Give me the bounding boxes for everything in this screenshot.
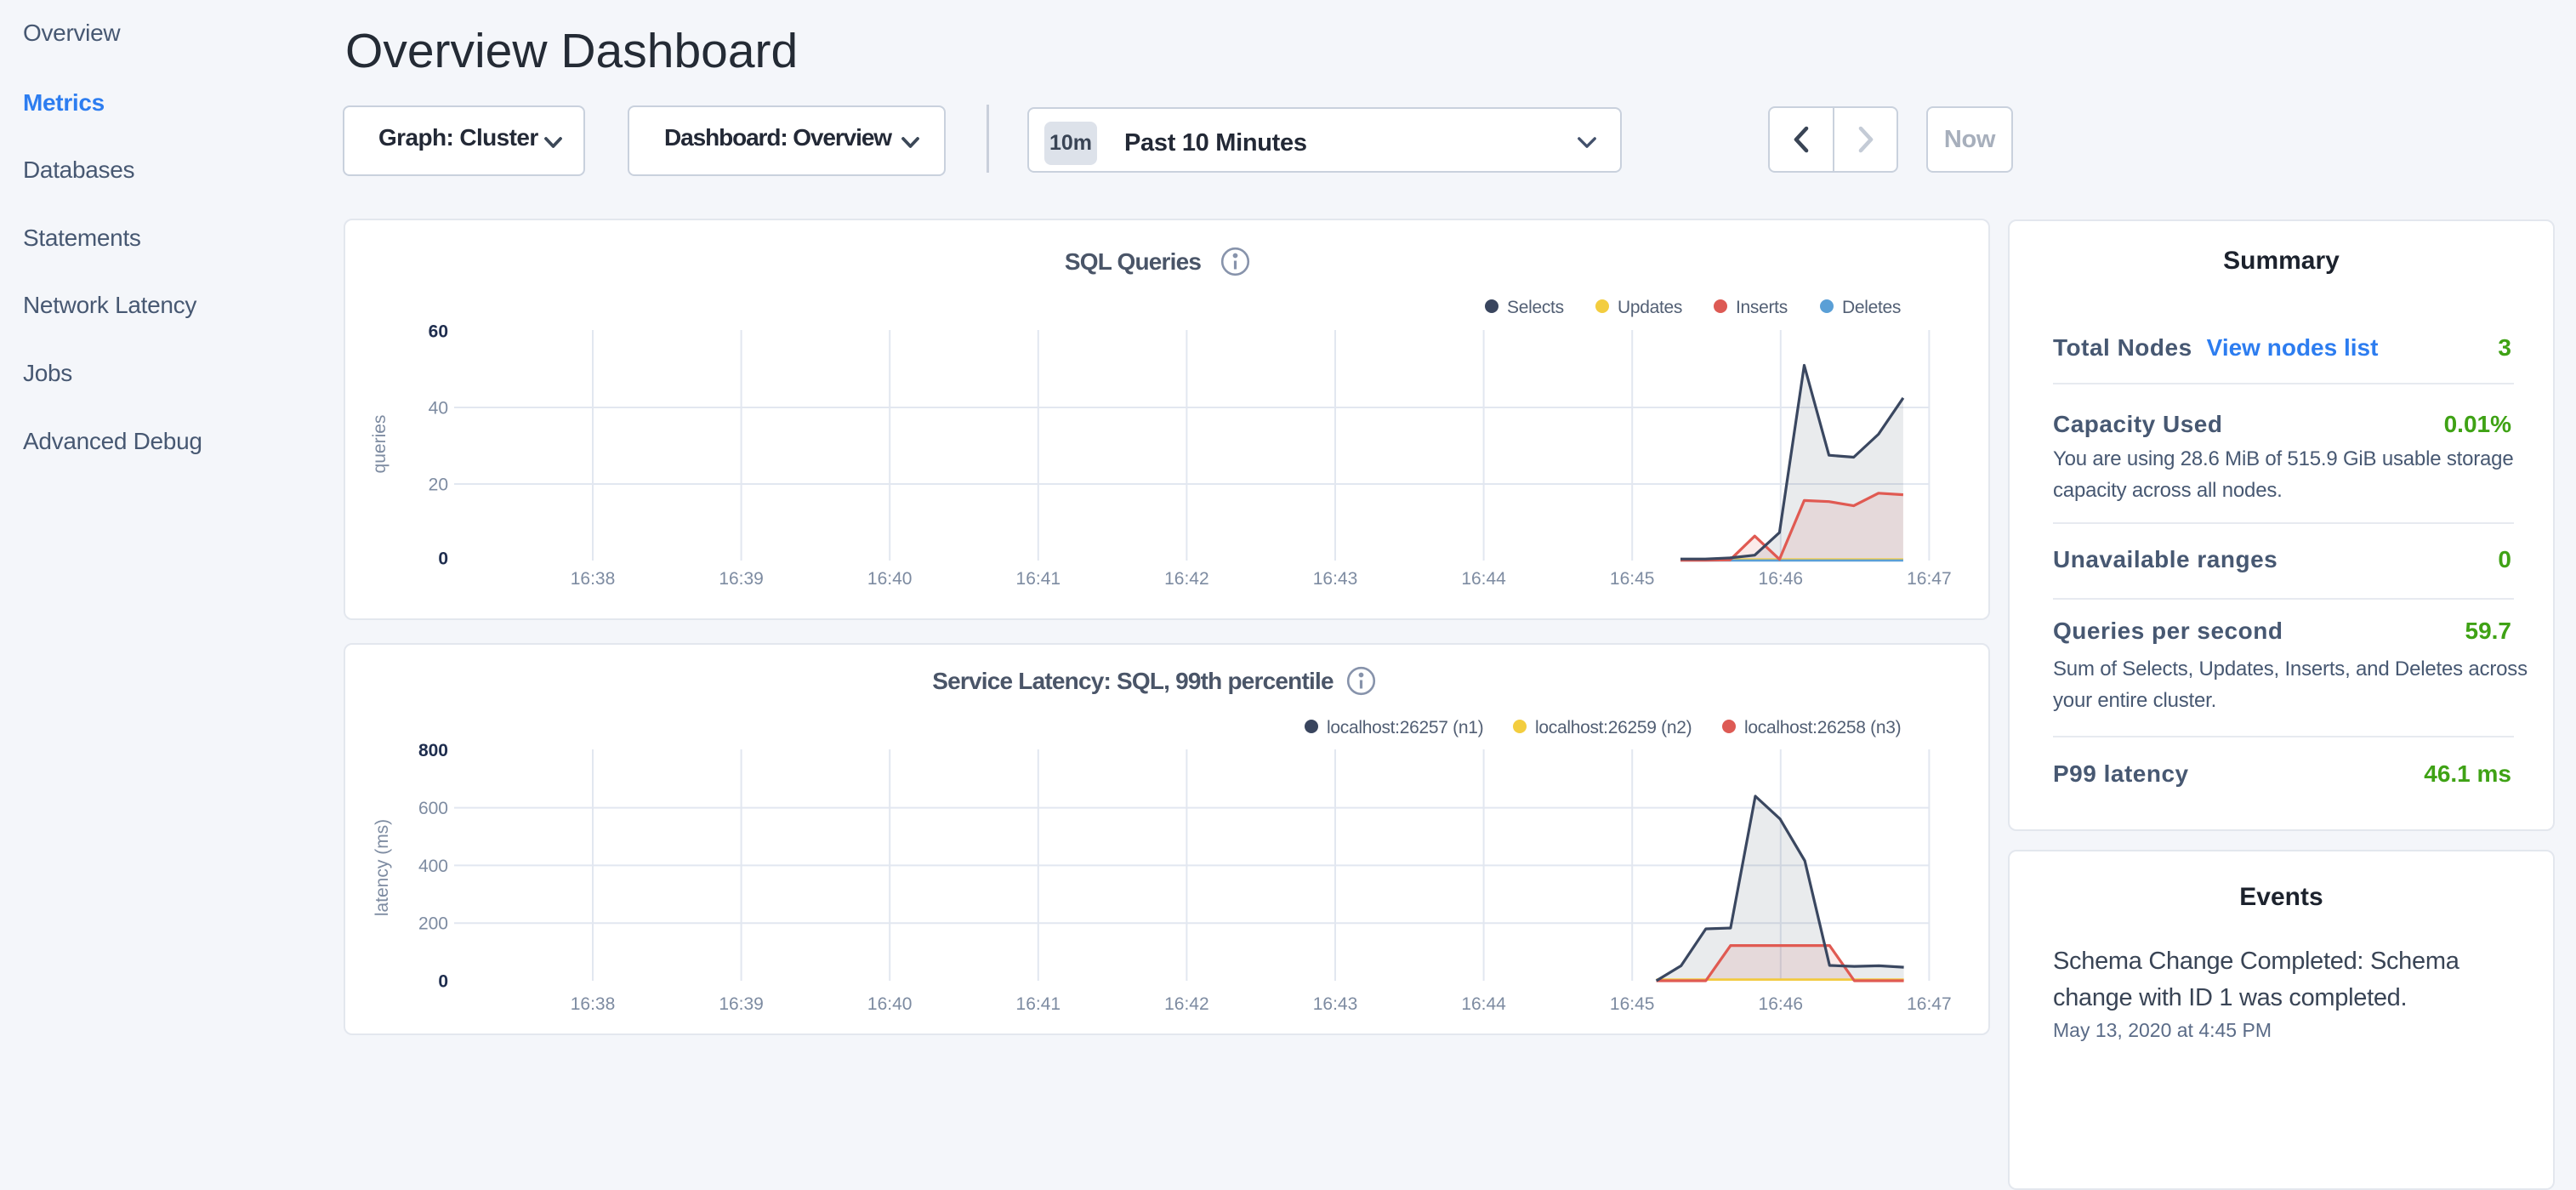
svg-text:16:40: 16:40 [867, 569, 913, 589]
svg-text:16:47: 16:47 [1907, 569, 1952, 589]
svg-text:localhost:26259 (n2): localhost:26259 (n2) [1535, 718, 1692, 737]
svg-text:16:41: 16:41 [1016, 994, 1061, 1014]
svg-text:16:39: 16:39 [719, 569, 764, 589]
svg-text:Updates: Updates [1618, 298, 1682, 317]
svg-text:16:43: 16:43 [1313, 569, 1358, 589]
svg-text:Selects: Selects [1507, 298, 1564, 317]
svg-text:localhost:26257 (n1): localhost:26257 (n1) [1327, 718, 1483, 737]
svg-text:0: 0 [438, 971, 448, 991]
svg-text:16:47: 16:47 [1907, 994, 1952, 1014]
svg-text:16:43: 16:43 [1313, 994, 1358, 1014]
svg-text:Inserts: Inserts [1736, 298, 1788, 317]
svg-text:16:41: 16:41 [1016, 569, 1061, 589]
svg-text:localhost:26258 (n3): localhost:26258 (n3) [1744, 718, 1901, 737]
svg-text:200: 200 [418, 914, 448, 934]
svg-text:Deletes: Deletes [1842, 298, 1901, 317]
svg-text:16:44: 16:44 [1461, 569, 1506, 589]
svg-text:16:45: 16:45 [1610, 994, 1655, 1014]
svg-text:16:38: 16:38 [571, 569, 616, 589]
svg-text:60: 60 [429, 322, 448, 342]
svg-text:20: 20 [429, 475, 448, 495]
svg-text:16:42: 16:42 [1164, 994, 1209, 1014]
svg-text:16:46: 16:46 [1759, 994, 1804, 1014]
svg-text:16:45: 16:45 [1610, 569, 1655, 589]
svg-text:16:44: 16:44 [1461, 994, 1506, 1014]
svg-text:queries: queries [370, 415, 390, 474]
svg-text:16:46: 16:46 [1759, 569, 1804, 589]
svg-text:16:38: 16:38 [571, 994, 616, 1014]
svg-text:16:40: 16:40 [867, 994, 913, 1014]
svg-text:16:39: 16:39 [719, 994, 764, 1014]
svg-text:latency (ms): latency (ms) [372, 819, 392, 916]
svg-text:0: 0 [438, 549, 448, 569]
svg-text:40: 40 [429, 399, 448, 418]
svg-text:400: 400 [418, 857, 448, 876]
svg-text:16:42: 16:42 [1164, 569, 1209, 589]
svg-text:800: 800 [418, 741, 448, 760]
svg-text:600: 600 [418, 799, 448, 818]
